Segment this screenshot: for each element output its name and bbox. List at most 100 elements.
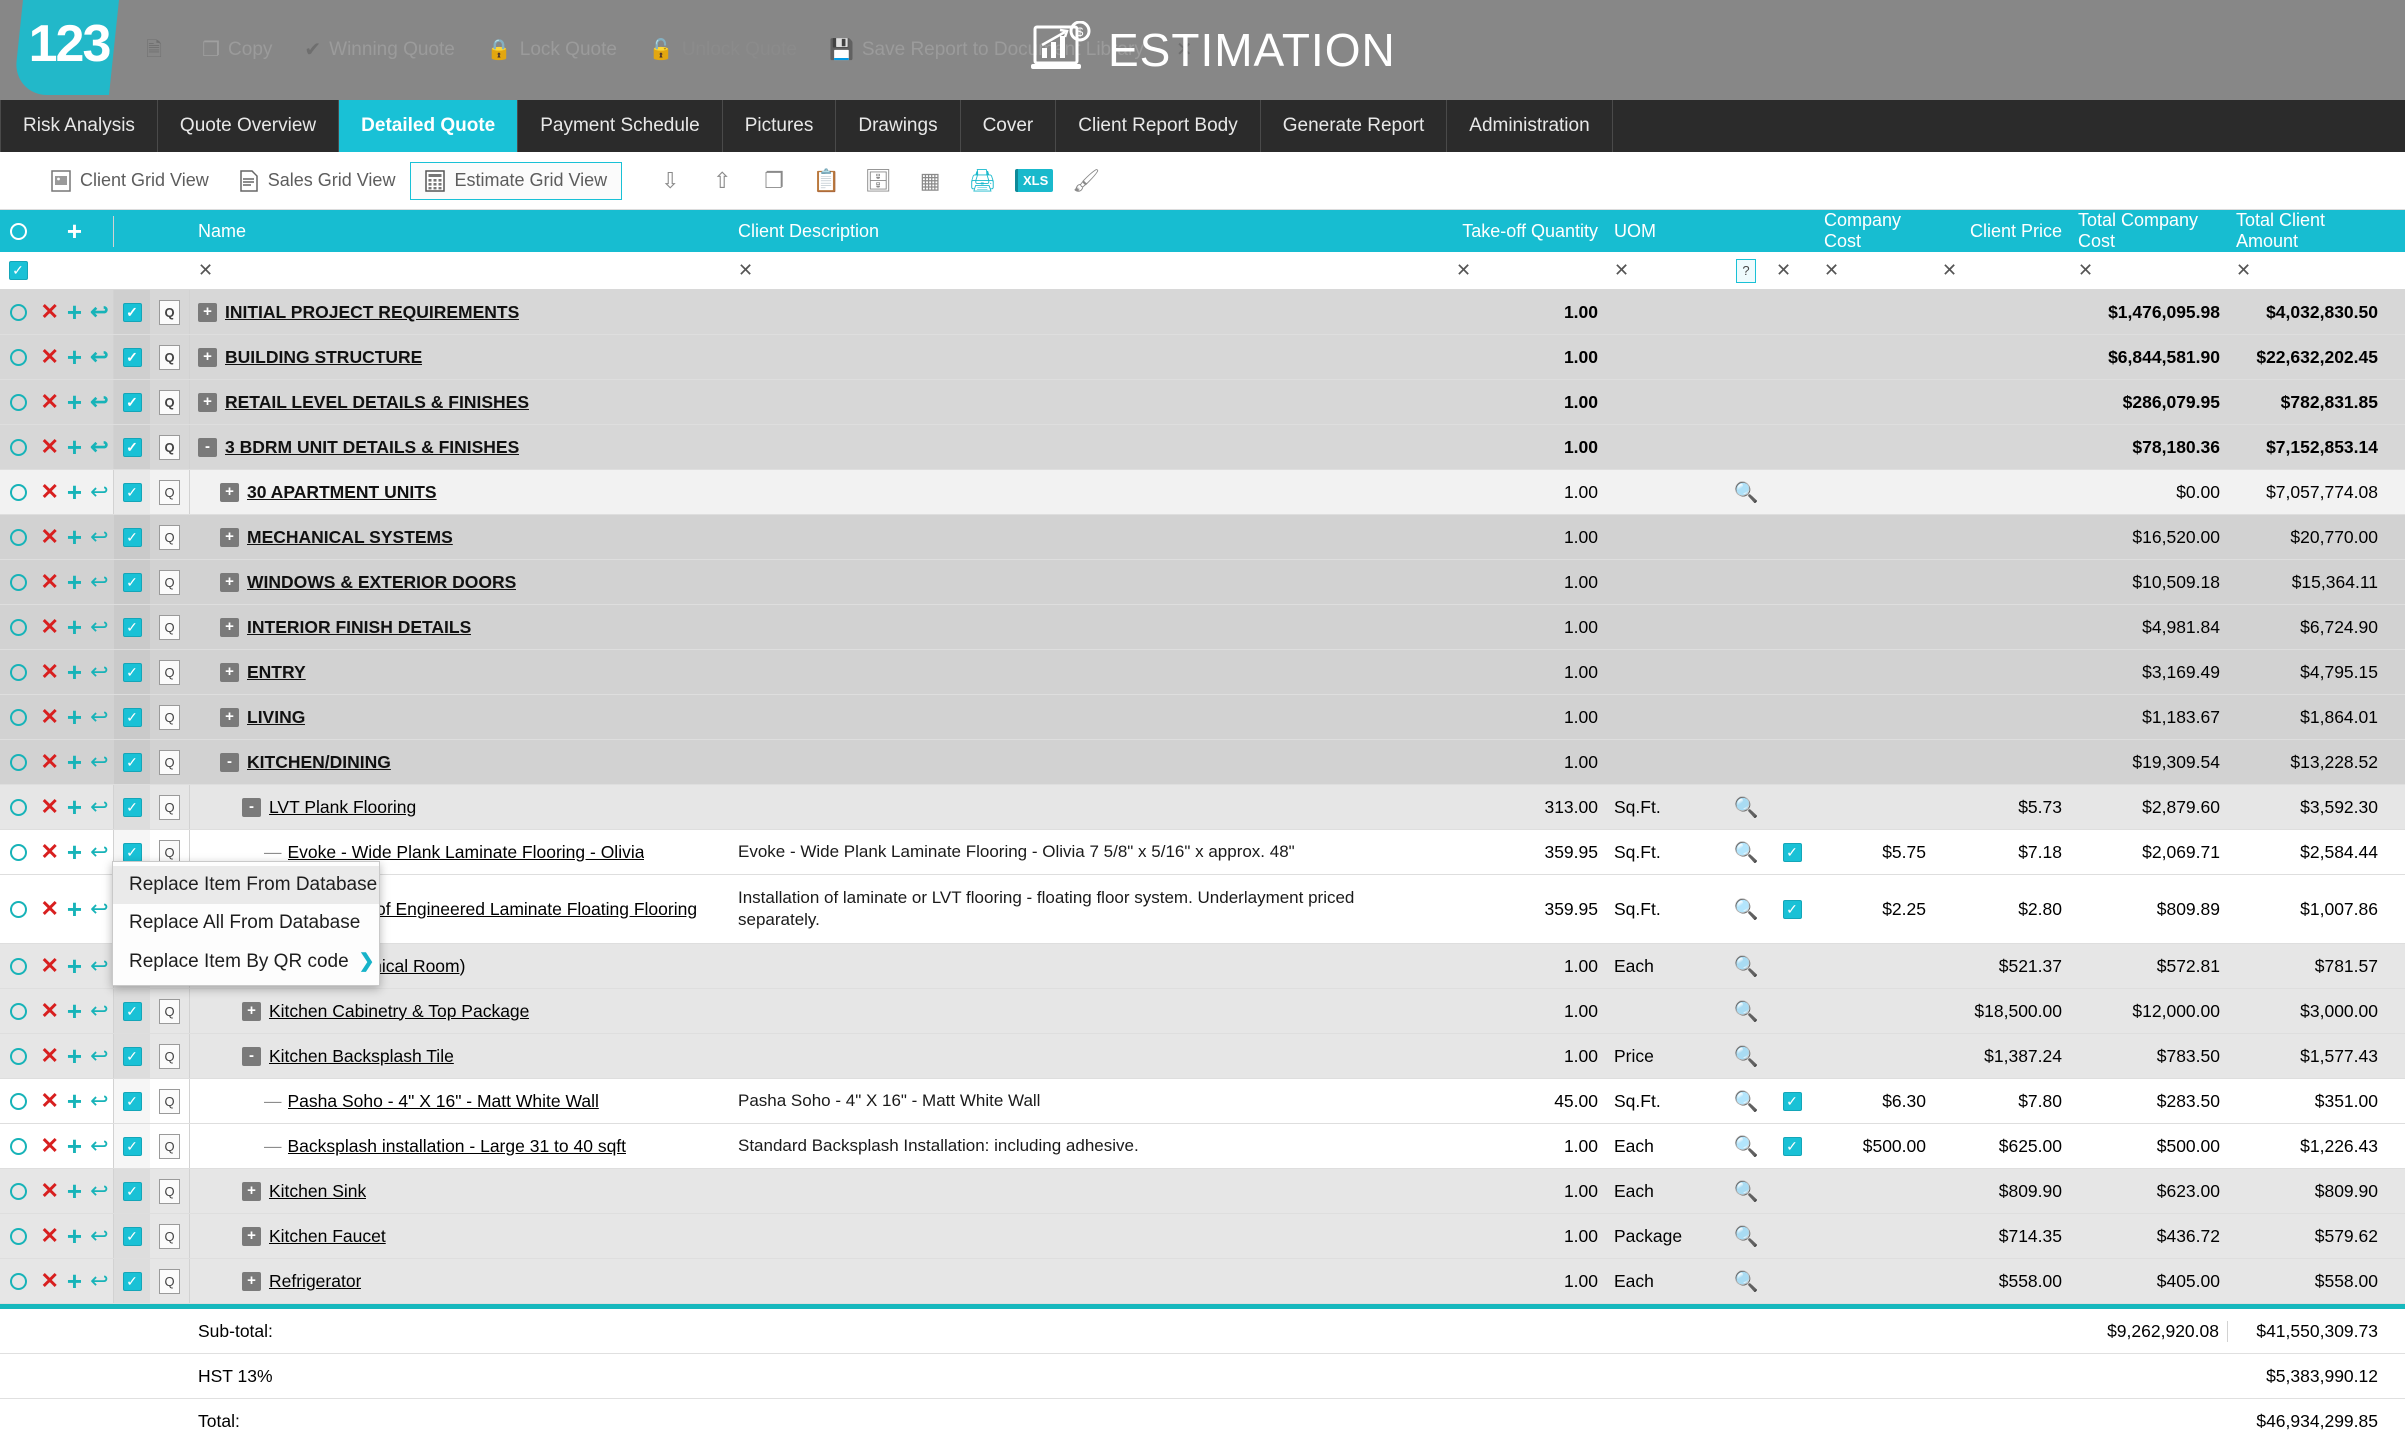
row-client-price[interactable]: $625.00 [1934,1124,2070,1168]
row-flag-checkbox[interactable]: ✓ [1768,1124,1816,1168]
row-company-cost[interactable]: $5.75 [1816,830,1934,874]
table-row[interactable]: ✕+↩✓Q-Kitchen Backsplash Tile1.00Price🔍$… [0,1034,2405,1079]
row-uom[interactable] [1606,335,1724,379]
table-row[interactable]: ✕+↩✓Q+ENTRY1.00$3,169.49$4,795.15 [0,650,2405,695]
tab-administration[interactable]: Administration [1447,100,1612,152]
archive-icon[interactable]: 🗄 [852,160,904,202]
header-uom[interactable]: UOM [1606,221,1724,242]
undo-row-icon[interactable]: ↩ [90,1135,108,1157]
collapse-all-icon[interactable]: ⇩ [644,160,696,202]
tab-detailed-quote[interactable]: Detailed Quote [339,100,518,152]
add-row-icon[interactable]: + [67,749,82,775]
delete-row-icon[interactable]: ✕ [40,1045,58,1067]
row-quote-button[interactable]: Q [150,1079,190,1123]
expand-all-icon[interactable]: ⇧ [696,160,748,202]
row-expand-toggle[interactable]: + [220,663,239,682]
undo-row-icon[interactable]: ↩ [90,898,108,920]
add-row-icon[interactable]: + [67,569,82,595]
row-name-cell[interactable]: +INITIAL PROJECT REQUIREMENTS [190,290,730,334]
row-takeoff-quantity[interactable]: 1.00 [1448,335,1606,379]
table-row[interactable]: ✕+↩✓Q+Kitchen Sink1.00Each🔍$809.90$623.0… [0,1169,2405,1214]
row-search-cell[interactable] [1724,650,1768,694]
filter-clear-client-price[interactable]: ✕ [1934,260,2070,281]
row-quote-button[interactable]: Q [150,605,190,649]
paste-row-icon[interactable]: 📋 [800,160,852,202]
row-takeoff-quantity[interactable]: 1.00 [1448,380,1606,424]
search-icon[interactable]: 🔍 [1734,897,1759,922]
row-client-price[interactable] [1934,560,2070,604]
row-takeoff-quantity[interactable]: 1.00 [1448,290,1606,334]
row-company-cost[interactable] [1816,560,1934,604]
row-client-price[interactable]: $7.80 [1934,1079,2070,1123]
row-name-cell[interactable]: +Kitchen Faucet [190,1214,730,1258]
search-icon[interactable]: 🔍 [1734,954,1759,979]
row-client-price[interactable]: $558.00 [1934,1259,2070,1303]
row-flag-checkbox[interactable]: ✓ [1768,875,1816,943]
row-company-cost[interactable] [1816,785,1934,829]
filter-select-all-checkbox[interactable]: ✓ [0,261,36,280]
row-uom[interactable] [1606,290,1724,334]
row-expand-toggle[interactable]: - [220,753,239,772]
row-search-cell[interactable] [1724,515,1768,559]
row-company-cost[interactable] [1816,1169,1934,1213]
row-uom[interactable]: Each [1606,944,1724,988]
row-select-circle[interactable] [0,695,36,739]
row-client-price[interactable]: $7.18 [1934,830,2070,874]
undo-row-icon[interactable]: ↩ [90,571,108,593]
row-quote-button[interactable]: Q [150,1034,190,1078]
add-row-icon[interactable]: + [67,344,82,370]
row-quote-button[interactable]: Q [150,1124,190,1168]
search-icon[interactable]: 🔍 [1734,795,1759,820]
add-row-icon[interactable]: + [67,998,82,1024]
delete-row-icon[interactable]: ✕ [40,436,58,458]
undo-row-icon[interactable]: ↩ [90,1045,108,1067]
row-select-circle[interactable] [0,650,36,694]
add-row-icon[interactable]: + [67,1133,82,1159]
row-takeoff-quantity[interactable]: 1.00 [1448,650,1606,694]
row-search-cell[interactable] [1724,695,1768,739]
undo-row-icon[interactable]: ↩ [90,526,108,548]
row-takeoff-quantity[interactable]: 1.00 [1448,1259,1606,1303]
row-search-cell[interactable] [1724,605,1768,649]
row-flag-checkbox[interactable] [1768,515,1816,559]
row-include-checkbox[interactable]: ✓ [114,1079,150,1123]
add-row-icon[interactable]: + [67,1223,82,1249]
delete-row-icon[interactable]: ✕ [40,796,58,818]
search-icon[interactable]: 🔍 [1734,480,1759,505]
row-select-circle[interactable] [0,740,36,784]
undo-row-icon[interactable]: ↩ [90,301,108,323]
export-xls-icon[interactable]: XLS [1008,160,1060,202]
row-company-cost[interactable] [1816,380,1934,424]
undo-row-icon[interactable]: ↩ [90,346,108,368]
add-row-icon[interactable]: + [67,524,82,550]
table-row[interactable]: ✕+↩✓Q+RETAIL LEVEL DETAILS & FINISHES1.0… [0,380,2405,425]
row-name-cell[interactable]: +RETAIL LEVEL DETAILS & FINISHES [190,380,730,424]
row-expand-toggle[interactable]: - [242,1047,261,1066]
row-uom[interactable]: Each [1606,1259,1724,1303]
row-takeoff-quantity[interactable]: 1.00 [1448,1214,1606,1258]
table-row[interactable]: ✕+↩✓Q-3 BDRM UNIT DETAILS & FINISHES1.00… [0,425,2405,470]
add-row-icon[interactable]: + [67,614,82,640]
row-select-circle[interactable] [0,1034,36,1078]
row-quote-button[interactable]: Q [150,650,190,694]
table-row[interactable]: ✕+↩✓Q—Pasha Soho - 4" X 16" - Matt White… [0,1079,2405,1124]
row-search-cell[interactable]: 🔍 [1724,830,1768,874]
row-client-price[interactable] [1934,470,2070,514]
row-select-circle[interactable] [0,830,36,874]
search-icon[interactable]: 🔍 [1734,1179,1759,1204]
row-takeoff-quantity[interactable]: 1.00 [1448,515,1606,559]
add-row-icon[interactable]: + [67,1178,82,1204]
row-expand-toggle[interactable]: + [198,393,217,412]
row-expand-toggle[interactable]: + [220,618,239,637]
row-company-cost[interactable] [1816,1034,1934,1078]
row-expand-toggle[interactable]: - [198,438,217,457]
row-expand-toggle[interactable]: + [220,573,239,592]
row-expand-toggle[interactable]: + [220,528,239,547]
brush-icon[interactable]: 🖌 [1060,160,1112,202]
row-name-cell[interactable]: -Kitchen Backsplash Tile [190,1034,730,1078]
row-search-cell[interactable]: 🔍 [1724,1034,1768,1078]
row-select-circle[interactable] [0,290,36,334]
row-company-cost[interactable] [1816,515,1934,559]
row-client-price[interactable] [1934,380,2070,424]
row-client-price[interactable]: $714.35 [1934,1214,2070,1258]
